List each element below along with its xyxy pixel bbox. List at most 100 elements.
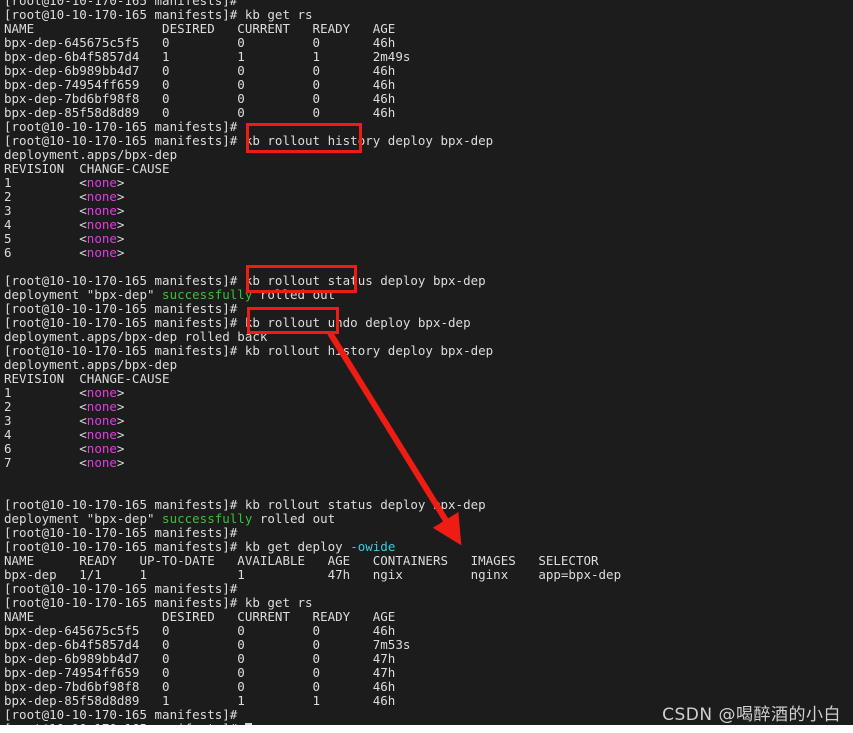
terminal-line: REVISION CHANGE-CAUSE — [4, 372, 621, 386]
terminal-text: bpx-dep-74954ff659 0 0 0 46h — [4, 77, 396, 92]
terminal-text: none — [86, 399, 117, 414]
terminal-line: [root@10-10-170-165 manifests]# kb rollo… — [4, 498, 621, 512]
terminal-text: deployment.apps/bpx-dep rolled back — [4, 329, 268, 344]
terminal-line: [root@10-10-170-165 manifests]# — [4, 120, 621, 134]
terminal-text: [root@10-10-170-165 manifests]# kb get r… — [4, 7, 313, 22]
terminal-text: 2 < — [4, 399, 87, 414]
terminal-text: none — [86, 189, 117, 204]
terminal-text: [root@10-10-170-165 manifests]# kb rollo… — [4, 497, 486, 512]
terminal-text: > — [116, 175, 125, 190]
terminal-line: [root@10-10-170-165 manifests]# — [4, 708, 621, 722]
terminal-text: [root@10-10-170-165 manifests]# kb rollo… — [4, 315, 471, 330]
terminal-text: REVISION CHANGE-CAUSE — [4, 371, 170, 386]
terminal-line: 2 <none> — [4, 190, 621, 204]
terminal-text: bpx-dep-6b4f5857d4 1 1 1 2m49s — [4, 49, 411, 64]
terminal-line: 1 <none> — [4, 386, 621, 400]
terminal-text: rolled out — [252, 287, 336, 302]
terminal-text: none — [86, 203, 117, 218]
terminal-text: bpx-dep-645675c5f5 0 0 0 46h — [4, 35, 396, 50]
terminal-text: bpx-dep-6b989bb4d7 0 0 0 47h — [4, 651, 396, 666]
terminal-line: 6 <none> — [4, 246, 621, 260]
terminal-line: 6 <none> — [4, 442, 621, 456]
terminal-line: bpx-dep-645675c5f5 0 0 0 46h — [4, 36, 621, 50]
terminal-line: [root@10-10-170-165 manifests]# — [4, 302, 621, 316]
terminal-text: > — [116, 217, 125, 232]
terminal-text: [root@10-10-170-165 manifests]# — [4, 119, 238, 134]
terminal-line: [root@10-10-170-165 manifests]# kb get r… — [4, 596, 621, 610]
terminal-line: NAME DESIRED CURRENT READY AGE — [4, 22, 621, 36]
terminal-text: -owide — [350, 539, 396, 554]
terminal-text: [root@10-10-170-165 manifests]# kb rollo… — [4, 273, 486, 288]
terminal-line: bpx-dep-7bd6bf98f8 0 0 0 46h — [4, 92, 621, 106]
terminal-line: deployment.apps/bpx-dep — [4, 148, 621, 162]
terminal-line: 5 <none> — [4, 232, 621, 246]
terminal-line: [root@10-10-170-165 manifests]# kb rollo… — [4, 344, 621, 358]
terminal-text: NAME DESIRED CURRENT READY AGE — [4, 21, 396, 36]
terminal-line: bpx-dep-85f58d8d89 1 1 1 46h — [4, 694, 621, 708]
terminal-output: [root@10-10-170-165 manifests]# [root@10-… — [4, 0, 621, 733]
terminal-line: 1 <none> — [4, 176, 621, 190]
terminal-text: > — [116, 231, 125, 246]
terminal-text: bpx-dep-85f58d8d89 0 0 0 46h — [4, 105, 396, 120]
terminal-text: [root@10-10-170-165 manifests]# kb get d… — [4, 539, 351, 554]
terminal-text: none — [86, 175, 117, 190]
terminal-line: bpx-dep 1/1 1 1 47h ngix nginx app=bpx-d… — [4, 568, 621, 582]
terminal-text: 1 < — [4, 385, 87, 400]
terminal-window[interactable]: [root@10-10-170-165 manifests]# [root@10-… — [0, 0, 853, 733]
terminal-text: 7 < — [4, 455, 87, 470]
terminal-text: none — [86, 413, 117, 428]
terminal-text: [root@10-10-170-165 manifests]# kb rollo… — [4, 133, 494, 148]
terminal-line: bpx-dep-6b989bb4d7 0 0 0 46h — [4, 64, 621, 78]
terminal-text: bpx-dep-7bd6bf98f8 0 0 0 46h — [4, 679, 396, 694]
terminal-text: none — [86, 245, 117, 260]
terminal-text: none — [86, 217, 117, 232]
terminal-text: 3 < — [4, 203, 87, 218]
terminal-text: [root@10-10-170-165 manifests]# — [4, 525, 238, 540]
terminal-line: [root@10-10-170-165 manifests]# — [4, 582, 621, 596]
terminal-text: bpx-dep-645675c5f5 0 0 0 46h — [4, 623, 396, 638]
terminal-text: rolled out — [252, 511, 336, 526]
terminal-text: bpx-dep-6b989bb4d7 0 0 0 46h — [4, 63, 396, 78]
terminal-text: deployment.apps/bpx-dep — [4, 147, 178, 162]
terminal-text: deployment "bpx-dep" — [4, 287, 163, 302]
terminal-line: deployment.apps/bpx-dep — [4, 358, 621, 372]
terminal-text: bpx-dep-74954ff659 0 0 0 47h — [4, 665, 396, 680]
terminal-text: > — [116, 427, 125, 442]
terminal-text: 4 < — [4, 427, 87, 442]
terminal-text: 6 < — [4, 245, 87, 260]
terminal-line: bpx-dep-74954ff659 0 0 0 47h — [4, 666, 621, 680]
terminal-line: [root@10-10-170-165 manifests]# kb rollo… — [4, 274, 621, 288]
terminal-text: bpx-dep-7bd6bf98f8 0 0 0 46h — [4, 91, 396, 106]
terminal-line: REVISION CHANGE-CAUSE — [4, 162, 621, 176]
terminal-line: bpx-dep-74954ff659 0 0 0 46h — [4, 78, 621, 92]
terminal-line: deployment.apps/bpx-dep rolled back — [4, 330, 621, 344]
terminal-text: 6 < — [4, 441, 87, 456]
terminal-text: 1 < — [4, 175, 87, 190]
terminal-line: 4 <none> — [4, 218, 621, 232]
terminal-text: successfully — [162, 287, 253, 302]
terminal-text: > — [116, 441, 125, 456]
csdn-watermark: CSDN @喝醉酒的小白 — [662, 705, 841, 725]
terminal-text: > — [116, 189, 125, 204]
screenshot-root: [root@10-10-170-165 manifests]# [root@10-… — [0, 0, 853, 733]
terminal-text: successfully — [162, 511, 253, 526]
terminal-text: none — [86, 427, 117, 442]
terminal-line: 7 <none> — [4, 456, 621, 470]
terminal-line: bpx-dep-645675c5f5 0 0 0 46h — [4, 624, 621, 638]
terminal-line: NAME READY UP-TO-DATE AVAILABLE AGE CONT… — [4, 554, 621, 568]
terminal-line: 3 <none> — [4, 204, 621, 218]
terminal-line: [root@10-10-170-165 manifests]# kb rollo… — [4, 134, 621, 148]
terminal-text: REVISION CHANGE-CAUSE — [4, 161, 170, 176]
terminal-text: > — [116, 245, 125, 260]
terminal-text: > — [116, 385, 125, 400]
terminal-text: bpx-dep-85f58d8d89 1 1 1 46h — [4, 693, 396, 708]
terminal-text: 4 < — [4, 217, 87, 232]
terminal-text: 2 < — [4, 189, 87, 204]
terminal-line: bpx-dep-85f58d8d89 0 0 0 46h — [4, 106, 621, 120]
terminal-line: [root@10-10-170-165 manifests]# — [4, 526, 621, 540]
terminal-line: 4 <none> — [4, 428, 621, 442]
terminal-text: 3 < — [4, 413, 87, 428]
